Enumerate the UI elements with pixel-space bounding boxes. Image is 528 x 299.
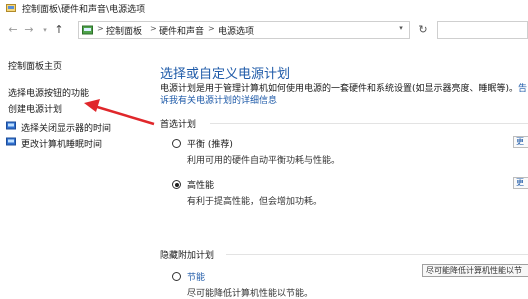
window-title: 控制面板\硬件和声音\电源选项	[22, 5, 146, 15]
back-arrow-icon[interactable]: ←	[6, 24, 20, 36]
sidebar-item-sleep-time[interactable]: 更改计算机睡眠时间	[21, 137, 102, 150]
hidden-plans-toggle[interactable]: 隐藏附加计划	[160, 248, 214, 261]
sidebar-item-create-plan[interactable]: 创建电源计划	[8, 102, 62, 115]
up-arrow-icon[interactable]: ↑	[52, 24, 66, 36]
sidebar-item-power-button[interactable]: 选择电源按钮的功能	[8, 86, 89, 99]
plan-high-performance-radio[interactable]	[172, 180, 181, 189]
sidebar-home-link[interactable]: 控制面板主页	[8, 59, 62, 72]
change-plan-settings-button[interactable]: 更改	[513, 136, 528, 148]
control-panel-icon	[82, 25, 93, 35]
shield-icon	[6, 121, 16, 131]
chevron-down-icon[interactable]: ▾	[38, 24, 52, 36]
change-plan-settings-button[interactable]: 更改	[513, 177, 528, 189]
divider	[210, 123, 528, 124]
description-text: 电源计划是用于管理计算机如何使用电源的一套硬件和系统设置(如显示器亮度、睡眠等)…	[160, 84, 519, 94]
control-panel-icon	[6, 4, 16, 12]
annotation-arrow	[84, 99, 155, 126]
page-description: 电源计划是用于管理计算机如何使用电源的一套硬件和系统设置(如显示器亮度、睡眠等)…	[160, 83, 528, 107]
shield-icon	[6, 137, 16, 147]
plan-balanced-name[interactable]: 平衡 (推荐)	[187, 137, 233, 150]
preferred-plans-label: 首选计划	[160, 120, 197, 130]
plan-balanced-description: 利用可用的硬件自动平衡功耗与性能。	[187, 156, 341, 166]
breadcrumb-separator: >	[208, 24, 215, 33]
page-title: 选择或自定义电源计划	[160, 67, 291, 82]
breadcrumb-power-options[interactable]: 电源选项	[218, 24, 254, 37]
plan-balanced-radio[interactable]	[172, 139, 181, 148]
forward-arrow-icon[interactable]: →	[22, 24, 36, 36]
plan-power-saver-description: 尽可能降低计算机性能以节能。	[187, 289, 314, 299]
chevron-down-icon[interactable]: ▾	[396, 24, 406, 34]
refresh-icon[interactable]: ↻	[414, 21, 432, 39]
breadcrumb-separator: >	[97, 24, 104, 33]
breadcrumb-separator: >	[150, 24, 157, 33]
plan-high-performance-name[interactable]: 高性能	[187, 178, 214, 191]
breadcrumb-hardware-sound[interactable]: 硬件和声音	[159, 24, 204, 37]
divider	[226, 254, 528, 255]
plan-high-performance-description: 有利于提高性能，但会增加功耗。	[187, 197, 323, 207]
tooltip: 尽可能降低计算机性能以节	[422, 264, 528, 277]
breadcrumb-control-panel[interactable]: 控制面板	[106, 24, 142, 37]
search-input[interactable]	[437, 21, 528, 39]
